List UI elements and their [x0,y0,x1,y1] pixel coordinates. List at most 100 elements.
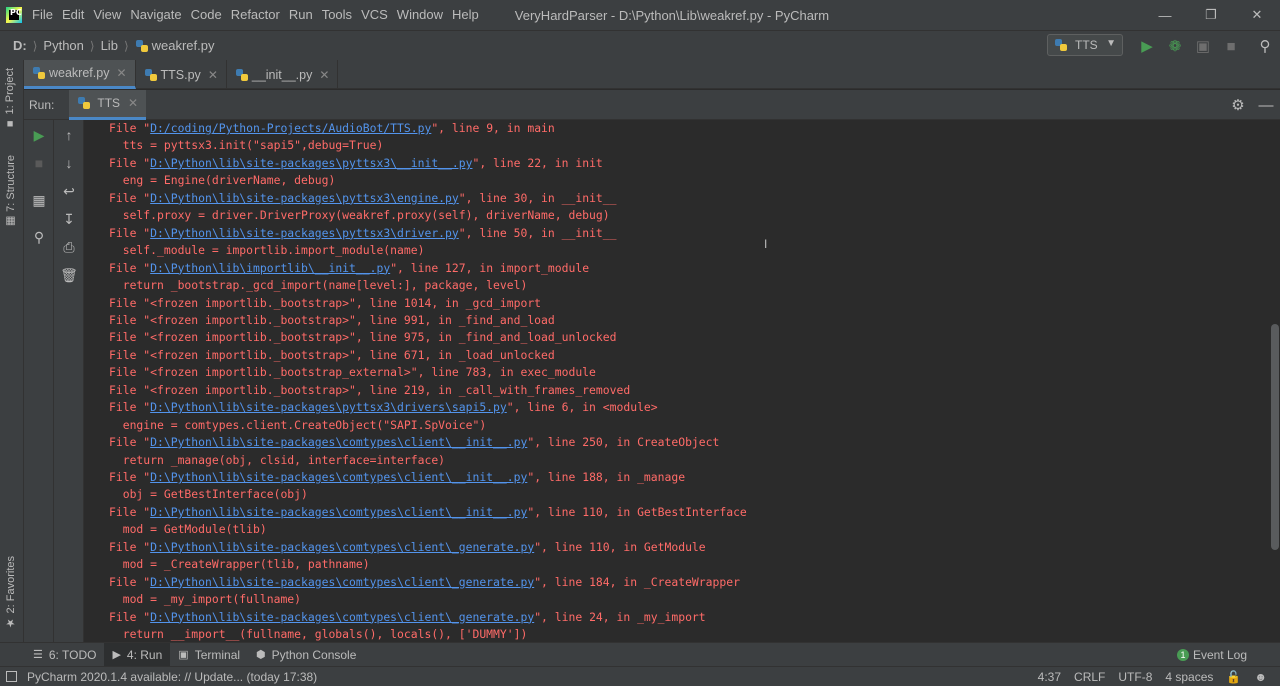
file-link[interactable]: D:\Python\lib\site-packages\pyttsx3\engi… [150,191,459,205]
bottom-tab[interactable]: ⬢ Python Console [248,643,364,667]
chevron-right-icon: ⟩ [123,38,129,53]
console-text: File " [109,609,151,624]
stop-icon[interactable]: ■ [24,151,54,175]
menu-view[interactable]: View [93,0,129,30]
restore-icon[interactable]: ❐ [1188,0,1234,30]
console-text: ", line 127, in import_module [390,260,590,275]
breadcrumb-item-python[interactable]: Python [43,38,83,53]
bottom-tab-label: Python Console [271,647,357,662]
close-tab-icon[interactable]: ✕ [208,68,218,82]
console-line: File "<frozen importlib._bootstrap>", li… [109,329,616,347]
run-tab-tts[interactable]: TTS ✕ [69,89,147,120]
bottom-tab[interactable]: ▶ 4: Run [104,642,171,667]
menu-vcs[interactable]: VCS [361,0,396,30]
console-line: return _manage(obj, clsid, interface=int… [109,452,445,470]
inspector-icon[interactable]: ☻ [1254,670,1267,684]
bottom-tab[interactable]: ☰ 6: TODO [25,643,104,667]
event-log-count: 1 [1176,649,1189,661]
down-arrow-icon[interactable]: ↓ [54,151,84,175]
menu-refactor[interactable]: Refactor [231,0,288,30]
console-line: File "<frozen importlib._bootstrap>", li… [109,312,555,330]
pycharm-logo-icon: PC [6,7,22,23]
menu-tools[interactable]: Tools [322,0,360,30]
file-link[interactable]: D:\Python\lib\site-packages\pyttsx3\driv… [150,226,459,240]
console-line: File "D:\Python\lib\site-packages\pyttsx… [109,225,617,243]
console-text: File " [109,155,151,170]
console-text: ", line 6, in <module> [506,400,658,415]
console-text: self._module = importlib.import_module(n… [109,243,425,258]
scrollbar-thumb[interactable] [1271,324,1279,550]
console-text: ", line 250, in CreateObject [527,435,720,450]
file-link[interactable]: D:\Python\lib\site-packages\pyttsx3\__in… [150,156,472,170]
structure-tool-tab[interactable]: ▦ 7: Structure [4,155,17,228]
close-tab-icon[interactable]: ✕ [116,66,126,80]
event-log-button[interactable]: 1 Event Log [1176,643,1247,667]
file-link[interactable]: D:\Python\lib\importlib\__init__.py [150,261,390,275]
editor-tab[interactable]: weakref.py ✕ [24,60,136,89]
breadcrumb-file[interactable]: weakref.py [152,38,215,53]
list-icon: ☰ [33,649,43,661]
layout-icon[interactable]: ▦ [24,188,54,212]
status-message[interactable]: PyCharm 2020.1.4 available: // Update...… [27,670,317,684]
file-link[interactable]: D:\Python\lib\site-packages\pyttsx3\driv… [150,400,507,414]
file-link[interactable]: D:\Python\lib\site-packages\comtypes\cli… [150,470,527,484]
debug-icon[interactable]: ❁ [1161,31,1189,61]
file-encoding[interactable]: UTF-8 [1118,670,1152,684]
run-toolbar-secondary: ↑ ↓ ↩ ↧ ⎙ 🗑 [54,120,84,642]
project-tab-label: 1: Project [4,68,16,115]
python-file-icon [135,39,148,52]
up-arrow-icon[interactable]: ↑ [54,123,84,147]
console-text: ", line 22, in init [472,155,603,170]
pin-icon[interactable]: ⚲ [24,225,54,249]
bottom-tab[interactable]: ▣ Terminal [170,643,248,667]
console-line: File "<frozen importlib._bootstrap>", li… [109,382,630,400]
toggle-tool-windows-icon[interactable] [6,671,17,682]
soft-wrap-icon[interactable]: ↩ [54,179,84,203]
file-link[interactable]: D:/coding/Python-Projects/AudioBot/TTS.p… [150,121,431,135]
scroll-to-end-icon[interactable]: ↧ [54,207,84,231]
breadcrumb-item-lib[interactable]: Lib [101,38,118,53]
hide-panel-icon[interactable]: — [1252,97,1280,114]
menu-window[interactable]: Window [397,0,451,30]
menu-code[interactable]: Code [191,0,230,30]
search-icon[interactable]: ⚲ [1251,31,1279,61]
console-line: mod = _my_import(fullname) [109,591,301,609]
file-link[interactable]: D:\Python\lib\site-packages\comtypes\cli… [150,575,534,589]
menu-file[interactable]: File [32,0,61,30]
run-config-selector[interactable]: TTS ▼ [1047,34,1123,56]
stop-icon[interactable]: ■ [1217,31,1245,61]
minimize-icon[interactable]: — [1142,0,1188,30]
close-icon[interactable]: ✕ [1234,0,1280,30]
editor-tab[interactable]: __init__.py ✕ [227,60,339,89]
menu-help[interactable]: Help [452,0,487,30]
console-text: File "<frozen importlib._bootstrap>", li… [109,312,555,327]
line-separator[interactable]: CRLF [1074,670,1105,684]
bottom-tab-label: 6: TODO [48,647,97,662]
coverage-icon[interactable]: ▣ [1189,31,1217,61]
console-scrollbar[interactable] [1270,120,1280,642]
lock-icon[interactable]: 🔓 [1226,670,1241,684]
console-output[interactable]: File " D:/coding/Python-Projects/AudioBot… [84,120,1270,642]
file-link[interactable]: D:\Python\lib\site-packages\comtypes\cli… [150,505,527,519]
file-link[interactable]: D:\Python\lib\site-packages\comtypes\cli… [150,540,534,554]
menu-navigate[interactable]: Navigate [130,0,189,30]
menu-edit[interactable]: Edit [62,0,92,30]
indent-setting[interactable]: 4 spaces [1165,670,1213,684]
print-icon[interactable]: ⎙ [54,235,84,259]
rerun-icon[interactable]: ▶ [24,123,54,147]
gear-icon[interactable]: ⚙ [1224,96,1252,114]
close-tab-icon[interactable]: ✕ [319,68,329,82]
file-link[interactable]: D:\Python\lib\site-packages\comtypes\cli… [150,435,527,449]
python-file-icon [144,68,157,81]
editor-tab[interactable]: TTS.py ✕ [136,60,227,89]
close-tab-icon[interactable]: ✕ [128,96,138,110]
run-icon[interactable]: ▶ [1133,31,1161,61]
console-line: File "D:\Python\lib\site-packages\comtyp… [109,609,706,627]
trash-icon[interactable]: 🗑 [54,263,84,287]
caret-position[interactable]: 4:37 [1038,670,1061,684]
project-tool-tab[interactable]: ■ 1: Project [4,68,16,130]
favorites-tool-tab[interactable]: ★ 2: Favorites [4,556,17,630]
menu-run[interactable]: Run [289,0,321,30]
file-link[interactable]: D:\Python\lib\site-packages\comtypes\cli… [150,610,534,624]
breadcrumb-drive[interactable]: D: [13,38,27,53]
